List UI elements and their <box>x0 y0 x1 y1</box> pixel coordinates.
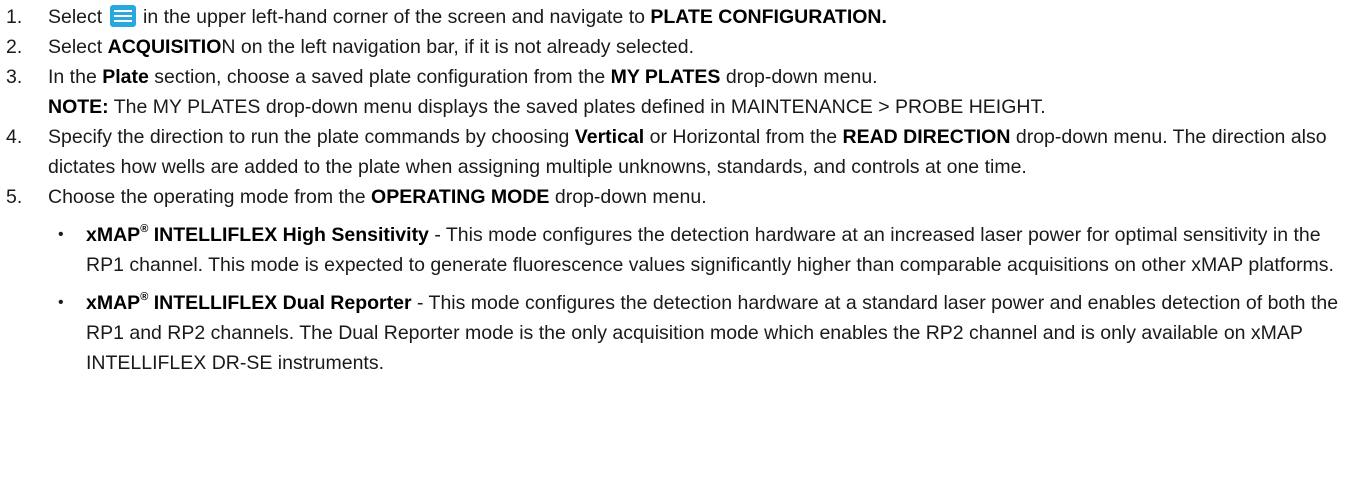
bullet-dual-reporter: • xMAP® INTELLIFLEX Dual Reporter - This… <box>48 288 1356 378</box>
step-text: Specify the direction to run the plate c… <box>48 126 575 148</box>
step-text: Select <box>48 6 108 28</box>
step-number: 1. <box>6 6 23 28</box>
step-text: section, choose a saved plate configurat… <box>148 66 611 88</box>
step-text: drop-down menu. <box>549 186 707 208</box>
instruction-list: 1. Select in the upper left-hand corner … <box>0 0 1356 378</box>
bullet-mark: • <box>58 226 64 243</box>
step-text: or Horizontal from the <box>644 126 843 148</box>
mode-title: xMAP® INTELLIFLEX High Sensitivity <box>86 224 429 247</box>
plate-section-label: Plate <box>102 66 149 88</box>
step-1: 1. Select in the upper left-hand corner … <box>6 2 1356 32</box>
step-text: N on the left navigation bar, if it is n… <box>221 36 694 58</box>
note-label: NOTE: <box>48 96 109 118</box>
step-text: In the <box>48 66 103 88</box>
vertical-label: Vertical <box>574 126 645 148</box>
step-text: drop-down menu. <box>720 66 878 88</box>
step-text: in the upper left-hand corner of the scr… <box>137 6 651 28</box>
hamburger-menu-icon <box>109 5 136 27</box>
step-number: 3. <box>6 66 23 88</box>
step-3: 3. In the Plate section, choose a saved … <box>6 62 1356 122</box>
step-4: 4. Specify the direction to run the plat… <box>6 122 1356 182</box>
note-text: The MY PLATES drop-down menu displays th… <box>108 96 1046 118</box>
step-number: 5. <box>6 186 23 208</box>
my-plates-label: MY PLATES <box>610 66 721 88</box>
step-2: 2. Select ACQUISITION on the left naviga… <box>6 32 1356 62</box>
operating-mode-label: OPERATING MODE <box>371 186 550 208</box>
step-number: 2. <box>6 36 23 58</box>
mode-title-name: INTELLIFLEX High Sensitivity <box>148 224 429 246</box>
note: NOTE: The MY PLATES drop-down menu displ… <box>48 92 1356 122</box>
step-text: Select <box>48 36 108 58</box>
step-number: 4. <box>6 126 23 148</box>
step-5: 5. Choose the operating mode from the OP… <box>6 182 1356 378</box>
mode-title: xMAP® INTELLIFLEX Dual Reporter <box>86 292 412 315</box>
read-direction-label: READ DIRECTION <box>842 126 1011 148</box>
bullet-high-sensitivity: • xMAP® INTELLIFLEX High Sensitivity - T… <box>48 220 1356 280</box>
acquisition-label: ACQUISITIO <box>107 36 222 58</box>
step-text: Choose the operating mode from the <box>48 186 372 208</box>
plate-configuration-label: PLATE CONFIGURATION. <box>650 6 887 28</box>
mode-title-brand: xMAP <box>86 224 141 246</box>
bullet-mark: • <box>58 294 64 311</box>
mode-title-name: INTELLIFLEX Dual Reporter <box>148 292 412 314</box>
mode-title-brand: xMAP <box>86 292 141 314</box>
